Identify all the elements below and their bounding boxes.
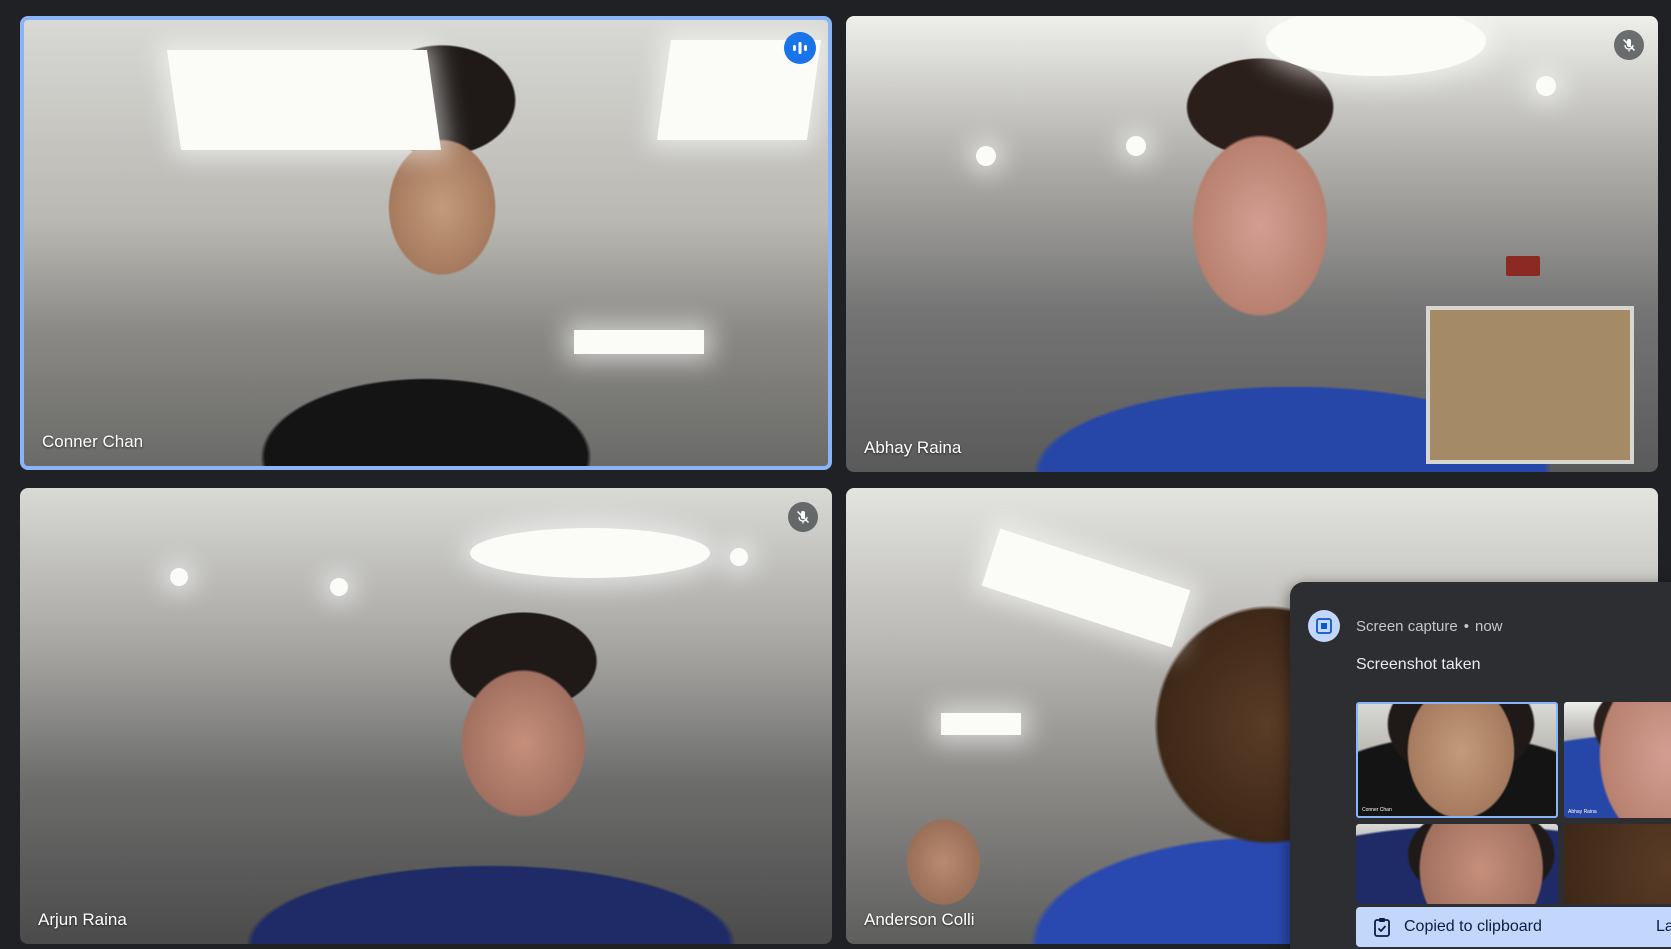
exit-sign — [1506, 256, 1540, 276]
meeting-stage: Conner Chan Abhay Raina Arjun Raina Ande… — [0, 0, 1671, 949]
thumbnail-participant-name: Abhay Raina — [1568, 809, 1597, 815]
screenshot-notification[interactable]: Screen capture • now Screenshot taken Conn… — [1290, 582, 1671, 949]
participant-tile-abhay-raina[interactable]: Abhay Raina — [846, 16, 1658, 472]
clipboard-action-button[interactable]: La — [1656, 918, 1671, 936]
participant-name: Arjun Raina — [38, 910, 127, 929]
ceiling-light — [981, 528, 1191, 648]
notification-app-name: Screen capture — [1356, 618, 1458, 635]
ceiling-light — [730, 548, 748, 566]
screenshot-thumbnail: Abhay Raina — [1564, 702, 1671, 818]
participant-name: Anderson Colli — [864, 910, 975, 929]
ceiling-light — [941, 713, 1021, 735]
participant-tile-arjun-raina[interactable]: Arjun Raina — [20, 488, 832, 944]
speaking-indicator-icon — [784, 32, 816, 64]
notification-meta: Screen capture • now — [1356, 618, 1503, 635]
screenshot-thumbnail — [1564, 824, 1671, 904]
wooden-doors — [1426, 306, 1634, 464]
ceiling-light — [470, 528, 710, 578]
screenshot-thumbnail — [1356, 824, 1558, 904]
participant-name: Abhay Raina — [864, 438, 962, 457]
screenshot-thumbnail: Conner Chan — [1356, 702, 1558, 818]
ceiling-light — [1266, 16, 1486, 76]
ceiling-light — [166, 50, 442, 150]
ceiling-light — [1126, 136, 1146, 156]
screen-capture-icon — [1308, 610, 1340, 642]
ceiling-light — [1536, 76, 1556, 96]
notification-separator: • — [1463, 618, 1469, 635]
clipboard-check-icon — [1370, 915, 1394, 939]
screenshot-preview[interactable]: Conner Chan Abhay Raina — [1356, 702, 1671, 904]
notification-time: now — [1475, 618, 1503, 635]
participant-name: Conner Chan — [42, 432, 144, 451]
clipboard-status-label: Copied to clipboard — [1404, 918, 1542, 935]
notification-title: Screenshot taken — [1356, 656, 1481, 673]
thumbnail-participant-name: Conner Chan — [1362, 807, 1392, 813]
participant-tile-conner-chan[interactable]: Conner Chan — [20, 16, 832, 470]
ceiling-light — [574, 330, 704, 354]
ceiling-light — [976, 146, 996, 166]
mic-off-icon — [1614, 30, 1644, 60]
clipboard-bar[interactable]: Copied to clipboard La — [1356, 907, 1671, 947]
ceiling-light — [330, 578, 348, 596]
ceiling-light — [170, 568, 188, 586]
mic-off-icon — [788, 502, 818, 532]
